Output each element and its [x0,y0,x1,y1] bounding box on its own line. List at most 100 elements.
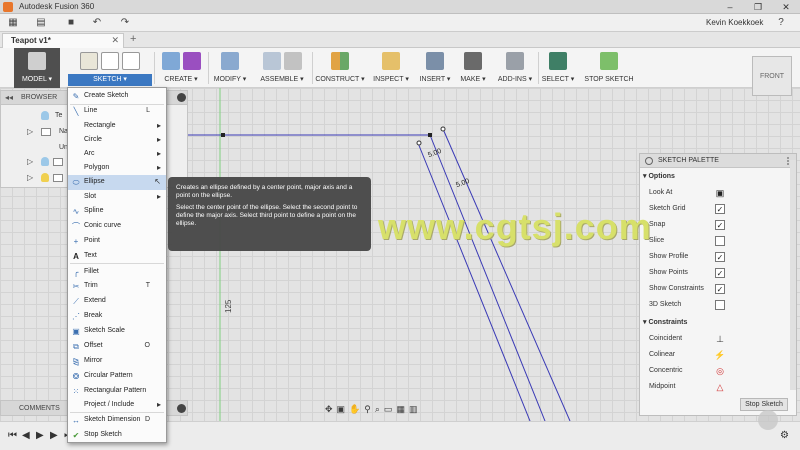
option-3d-sketch[interactable]: 3D Sketch [640,297,796,313]
press-pull-icon[interactable] [221,52,239,70]
redo-icon[interactable]: ↷ [118,17,132,29]
new-component-icon[interactable] [262,52,281,70]
sketch-pencil-icon[interactable] [80,52,98,70]
show-constraints-checkbox[interactable]: ✓ [715,284,725,294]
option-show-constraints[interactable]: Show Constraints ✓ [640,281,796,297]
sketch-group-label[interactable]: SKETCH ▾ [68,74,152,86]
3d-sketch-checkbox[interactable] [715,300,725,310]
construct-group-label[interactable]: CONSTRUCT ▾ [314,74,366,86]
construct-group[interactable]: CONSTRUCT ▾ [314,48,366,88]
menu-item-sketch-dimension[interactable]: ↔ Sketch Dimension D [68,413,166,428]
select-group[interactable]: SELECT ▾ [540,48,576,88]
look-at-icon[interactable]: ▣ [714,187,726,199]
expand-icon[interactable]: ▷ [27,157,33,166]
make-group-label[interactable]: MAKE ▾ [456,74,490,86]
timeline-settings-icon[interactable]: ⚙ [780,430,789,441]
video-play-icon[interactable] [758,410,778,430]
assemble-group[interactable]: ASSEMBLE ▾ [254,48,310,88]
measure-icon[interactable] [382,52,400,70]
select-cursor-icon[interactable] [549,52,567,70]
expand-icon[interactable]: ▷ [27,127,33,136]
stop-sketch-button[interactable]: Stop Sketch [740,398,788,411]
visibility-icon[interactable] [41,157,49,166]
menu-item-ellipse[interactable]: ⬭ Ellipse ↖ [68,175,166,190]
document-tab[interactable]: Teapot v1* ✕ [2,33,124,48]
stop-sketch-icon[interactable] [600,52,618,70]
viewports-icon[interactable]: ▥ [409,404,418,415]
menu-item-fillet[interactable]: ╭ Fillet [68,265,166,280]
look-at-icon[interactable]: ▣ [337,404,346,415]
menu-item-conic-curve[interactable]: ⌒ Conic curve [68,219,166,234]
make-group[interactable]: MAKE ▾ [456,48,490,88]
option-look-at[interactable]: Look At ▣ [640,185,796,201]
menu-item-rectangle[interactable]: Rectangle ▸ [68,119,166,134]
colinear-icon[interactable]: ⚡ [714,349,726,361]
undo-icon[interactable]: ↶ [90,17,104,29]
menu-item-polygon[interactable]: Polygon ▸ [68,161,166,176]
insert-group[interactable]: INSERT ▾ [416,48,454,88]
option-sketch-grid[interactable]: Sketch Grid ✓ [640,201,796,217]
menu-item-circle[interactable]: Circle ▸ [68,133,166,148]
menu-item-offset[interactable]: ⧉ Offset O [68,339,166,354]
rectangle-tool-icon[interactable] [122,52,140,70]
3d-print-icon[interactable] [464,52,482,70]
menu-item-line[interactable]: ╲ Line L [68,104,166,119]
insert-group-label[interactable]: INSERT ▾ [416,74,454,86]
new-tab-icon[interactable]: + [130,33,136,45]
file-menu-icon[interactable]: ▤ [34,17,48,29]
visibility-icon[interactable] [41,111,49,120]
options-section-header[interactable]: ▾ Options [640,169,796,185]
addins-group-label[interactable]: ADD-INS ▾ [494,74,536,86]
comments-add-icon[interactable] [177,404,186,413]
snap-checkbox[interactable]: ✓ [715,220,725,230]
menu-item-project-include[interactable]: Project / Include ▸ [68,398,166,413]
inspect-group[interactable]: INSPECT ▾ [368,48,414,88]
visibility-icon[interactable] [41,173,49,182]
step-back-icon[interactable]: ◀ [22,430,30,441]
step-forward-icon[interactable]: ▶ [50,430,58,441]
grid-settings-icon[interactable]: ▦ [396,404,405,415]
palette-toggle-icon[interactable] [645,157,653,165]
menu-item-spline[interactable]: ∿ Spline [68,204,166,219]
restore-button[interactable]: ❐ [744,0,772,14]
menu-item-rectangular-pattern[interactable]: ⁙ Rectangular Pattern [68,384,166,399]
menu-item-create-sketch[interactable]: ✎ Create Sketch [68,89,166,104]
sketch-group[interactable]: SKETCH ▾ [68,48,152,88]
inspect-group-label[interactable]: INSPECT ▾ [368,74,414,86]
addins-group[interactable]: ADD-INS ▾ [494,48,536,88]
close-button[interactable]: ✕ [772,0,800,14]
menu-item-trim[interactable]: ✂ Trim T [68,279,166,294]
view-cube[interactable]: FRONT [752,56,792,96]
constraint-colinear[interactable]: Colinear ⚡ [640,347,796,363]
stop-sketch-label[interactable]: STOP SKETCH [580,74,638,86]
palette-header[interactable]: SKETCH PALETTE [640,154,796,168]
pan-icon[interactable]: ✋ [349,404,360,415]
form-icon[interactable] [182,52,201,70]
menu-item-break[interactable]: ⋰ Break [68,309,166,324]
vertical-dimension[interactable]: 125 [224,300,233,313]
palette-scrollbar[interactable] [790,160,796,390]
extrude-icon[interactable] [161,52,180,70]
menu-item-sketch-scale[interactable]: ▣ Sketch Scale [68,324,166,339]
go-to-start-icon[interactable]: ⏮ [8,430,17,441]
menu-item-arc[interactable]: Arc ▸ [68,147,166,162]
joint-icon[interactable] [283,52,302,70]
constraint-concentric[interactable]: Concentric ◎ [640,363,796,379]
fit-icon[interactable]: ⌕ [375,404,380,415]
assemble-group-label[interactable]: ASSEMBLE ▾ [254,74,310,86]
option-show-profile[interactable]: Show Profile ✓ [640,249,796,265]
show-profile-checkbox[interactable]: ✓ [715,252,725,262]
user-name[interactable]: Kevin Koekkoek [706,18,763,27]
insert-image-icon[interactable] [426,52,444,70]
workspace-switcher[interactable]: MODEL ▾ [14,48,60,88]
help-icon[interactable]: ? [774,17,788,29]
play-icon[interactable]: ▶ [36,430,44,441]
zoom-icon[interactable]: ⚲ [364,404,371,415]
menu-item-circular-pattern[interactable]: ❂ Circular Pattern [68,369,166,384]
create-group-label[interactable]: CREATE ▾ [156,74,206,86]
menu-item-text[interactable]: A Text [68,249,166,264]
option-show-points[interactable]: Show Points ✓ [640,265,796,281]
select-group-label[interactable]: SELECT ▾ [540,74,576,86]
slice-checkbox[interactable] [715,236,725,246]
stop-sketch-group[interactable]: STOP SKETCH [580,48,638,88]
